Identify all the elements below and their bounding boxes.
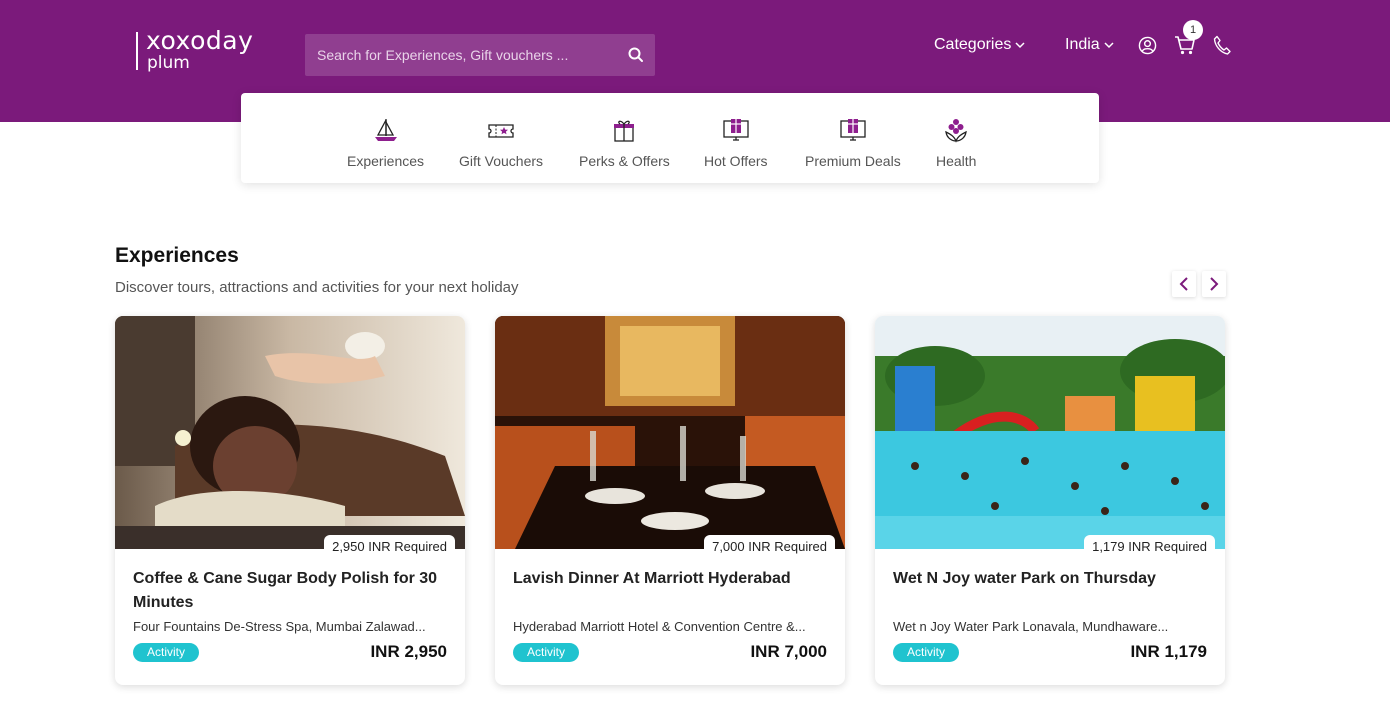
logo-wordmark-bottom: plum <box>147 53 190 73</box>
chevron-left-icon <box>1179 277 1188 291</box>
category-label: Perks & Offers <box>579 153 670 169</box>
category-hot-offers[interactable]: Hot Offers <box>704 117 768 169</box>
card-location: Hyderabad Marriott Hotel & Convention Ce… <box>513 619 806 634</box>
logo-divider <box>136 32 138 70</box>
card-price: INR 7,000 <box>750 642 827 661</box>
card-price: INR 2,950 <box>370 642 447 661</box>
lotus-icon <box>945 119 968 143</box>
categories-dropdown[interactable]: Categories <box>934 36 1025 54</box>
card-location: Four Fountains De-Stress Spa, Mumbai Zal… <box>133 619 426 634</box>
search-icon[interactable] <box>627 46 645 64</box>
restaurant-dining-image <box>495 316 845 549</box>
country-dropdown[interactable]: India <box>1065 36 1114 54</box>
category-tag: Activity <box>133 643 200 662</box>
experience-card[interactable]: 1,179 INR Required Wet N Joy water Park … <box>875 316 1225 685</box>
carousel-next-button[interactable] <box>1202 271 1226 297</box>
category-label: Health <box>936 153 977 169</box>
carousel-prev-button[interactable] <box>1172 271 1196 297</box>
phone-icon[interactable] <box>1213 35 1231 55</box>
required-points-badge: 1,179 INR Required <box>1084 535 1215 556</box>
category-experiences[interactable]: Experiences <box>347 117 424 169</box>
experience-card[interactable]: 7,000 INR Required Lavish Dinner At Marr… <box>495 316 845 685</box>
categories-label: Categories <box>934 36 1012 53</box>
section-subtitle: Discover tours, attractions and activiti… <box>115 279 519 296</box>
category-health[interactable]: Health <box>936 117 976 169</box>
user-icon[interactable] <box>1138 36 1157 55</box>
category-nav-card: Experiences Gift Vouchers Perks & Offers… <box>241 93 1099 183</box>
spa-massage-image <box>115 316 465 549</box>
category-perks-offers[interactable]: Perks & Offers <box>579 117 670 169</box>
search-input[interactable] <box>305 34 615 76</box>
category-label: Gift Vouchers <box>459 153 544 169</box>
category-label: Hot Offers <box>704 153 768 169</box>
cart-count-badge: 1 <box>1183 20 1203 40</box>
gift-screen-icon <box>840 119 866 141</box>
card-title: Lavish Dinner At Marriott Hyderabad <box>513 570 791 587</box>
section-title: Experiences <box>115 244 239 267</box>
card-location: Wet n Joy Water Park Lonavala, Mundhawar… <box>893 619 1169 634</box>
card-price: INR 1,179 <box>1130 642 1207 661</box>
gift-icon <box>614 120 635 142</box>
water-park-image <box>875 316 1225 549</box>
chevron-right-icon <box>1210 277 1219 291</box>
logo-wordmark-top: xoxoday <box>146 26 254 55</box>
chevron-down-icon <box>1015 42 1025 49</box>
country-label: India <box>1065 36 1100 53</box>
category-tag: Activity <box>513 643 580 662</box>
experience-card[interactable]: 2,950 INR Required Coffee & Cane Sugar B… <box>115 316 465 685</box>
required-points-badge: 7,000 INR Required <box>704 535 835 556</box>
category-tag: Activity <box>893 643 960 662</box>
chevron-down-icon <box>1104 42 1114 49</box>
sailboat-icon <box>374 119 397 141</box>
category-label: Experiences <box>347 153 425 169</box>
search-bar <box>305 34 655 76</box>
card-title: Wet N Joy water Park on Thursday <box>893 570 1156 587</box>
card-title: Coffee & Cane Sugar Body Polish for 30 M… <box>133 570 438 611</box>
xoxoday-plum-logo[interactable]: xoxoday plum <box>134 26 264 74</box>
category-label: Premium Deals <box>805 153 901 169</box>
gift-screen-icon <box>723 119 749 141</box>
ticket-icon <box>488 124 514 138</box>
category-gift-vouchers[interactable]: Gift Vouchers <box>459 117 543 169</box>
required-points-badge: 2,950 INR Required <box>324 535 455 556</box>
category-premium-deals[interactable]: Premium Deals <box>805 117 901 169</box>
